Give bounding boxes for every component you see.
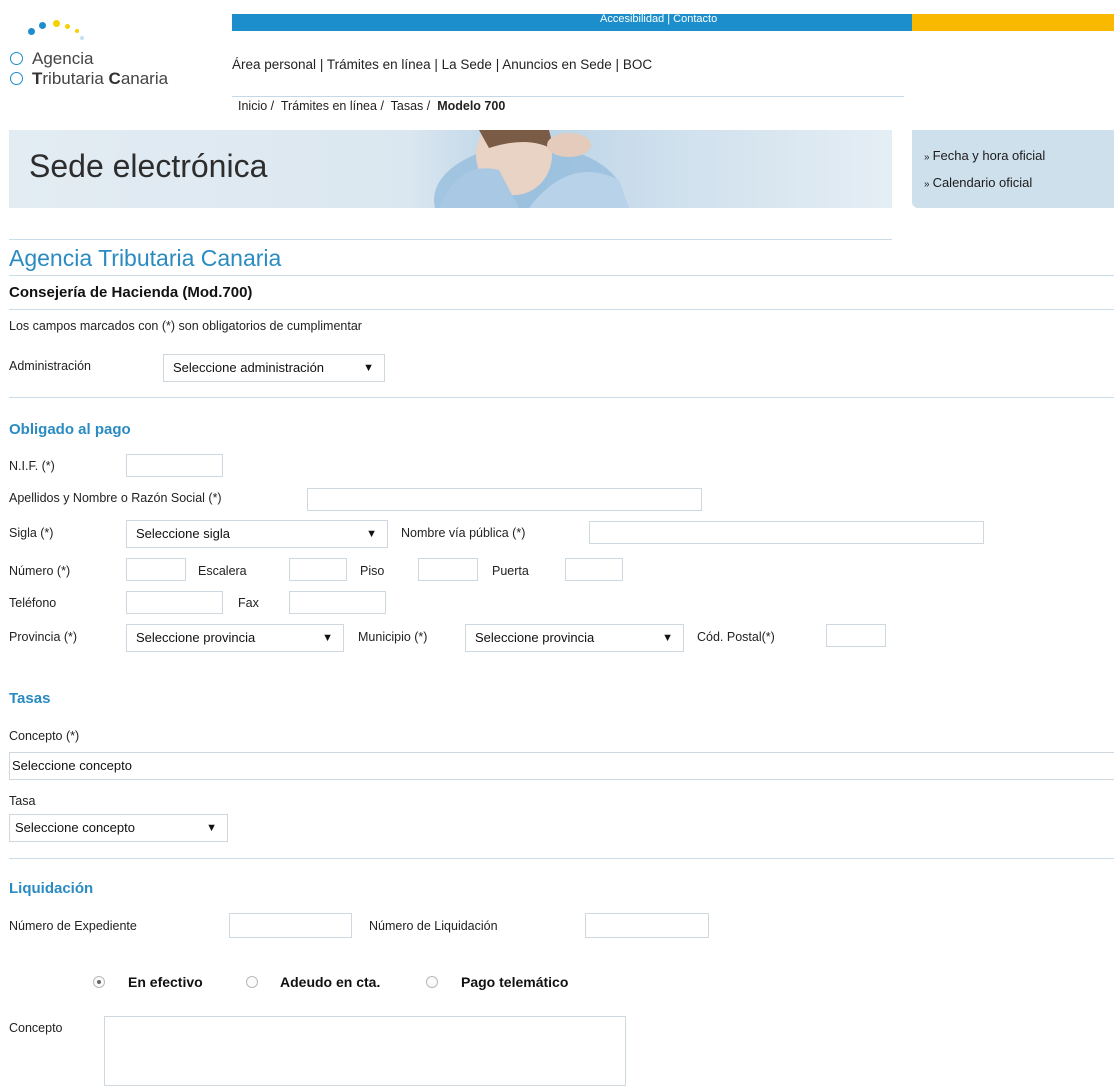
nombre-input[interactable] (307, 488, 702, 511)
tasa-select[interactable]: Seleccione concepto ▼ (9, 814, 228, 842)
sigla-select[interactable]: Seleccione sigla ▼ (126, 520, 388, 548)
fax-input[interactable] (289, 591, 386, 614)
agency-title: Agencia Tributaria Canaria (9, 245, 282, 271)
piso-label: Piso (360, 564, 385, 578)
tasa-label: Tasa (9, 794, 36, 808)
provincia-label: Provincia (*) (9, 630, 78, 644)
arrow-icon: » (924, 179, 930, 190)
numero-liquidacion-input[interactable] (585, 913, 709, 938)
concepto-textarea[interactable] (104, 1016, 626, 1086)
via-input[interactable] (589, 521, 984, 544)
main-nav: Área personal | Trámites en línea | La S… (232, 57, 653, 72)
dropdown-arrow-icon: ▼ (363, 362, 374, 374)
dropdown-arrow-icon: ▼ (366, 528, 377, 540)
numero-input[interactable] (126, 558, 186, 581)
breadcrumb-tramites[interactable]: Trámites en línea (281, 99, 377, 113)
page-title: Consejería de Hacienda (Mod.700) (9, 284, 253, 301)
telefono-input[interactable] (126, 591, 223, 614)
calendario-link[interactable]: » Calendario oficial (924, 175, 1032, 190)
breadcrumb: Inicio / Trámites en línea / Tasas / Mod… (238, 99, 506, 113)
logo-dots (28, 16, 108, 46)
escalera-input[interactable] (289, 558, 347, 581)
cp-input[interactable] (826, 624, 886, 647)
fax-label: Fax (238, 596, 259, 610)
divider (9, 858, 1114, 859)
radio-en-efectivo[interactable] (93, 976, 105, 988)
banner-title: Sede electrónica (29, 148, 268, 184)
radio-adeudo[interactable] (246, 976, 258, 988)
logo[interactable]: Agencia Tributaria Canaria (10, 49, 168, 89)
municipio-label: Municipio (*) (358, 630, 428, 644)
top-links[interactable]: Accesibilidad | Contacto (600, 14, 880, 31)
nav-anuncios[interactable]: Anuncios en Sede (502, 57, 612, 72)
section-tasas: Tasas (9, 690, 51, 707)
adeudo-label[interactable]: Adeudo en cta. (280, 974, 380, 990)
nif-label: N.I.F. (*) (9, 459, 55, 473)
side-links-box (912, 130, 1114, 208)
administracion-select[interactable]: Seleccione administración ▼ (163, 354, 385, 382)
divider (232, 96, 904, 97)
breadcrumb-inicio[interactable]: Inicio (238, 99, 267, 113)
logo-ring-icon (10, 72, 23, 85)
divider (9, 309, 1114, 310)
breadcrumb-tasas[interactable]: Tasas (391, 99, 424, 113)
concepto-liq-label: Concepto (9, 1021, 63, 1035)
municipio-select[interactable]: Seleccione provincia ▼ (465, 624, 684, 652)
section-obligado: Obligado al pago (9, 421, 131, 438)
concepto-select[interactable]: Seleccione concepto (9, 752, 1114, 780)
sigla-label: Sigla (*) (9, 526, 54, 540)
numero-label: Número (*) (9, 564, 71, 578)
nav-area-personal[interactable]: Área personal (232, 57, 316, 72)
via-label: Nombre vía pública (*) (401, 526, 526, 540)
piso-input[interactable] (418, 558, 478, 581)
required-note: Los campos marcados con (*) son obligato… (9, 319, 362, 333)
logo-ring-icon (10, 52, 23, 65)
nav-boc[interactable]: BOC (623, 57, 652, 72)
nif-input[interactable] (126, 454, 223, 477)
administracion-label: Administración (9, 359, 91, 373)
provincia-select[interactable]: Seleccione provincia ▼ (126, 624, 344, 652)
top-bar-accent (912, 14, 1114, 31)
telefono-label: Teléfono (9, 596, 57, 610)
divider (9, 275, 1114, 276)
nombre-label: Apellidos y Nombre o Razón Social (*) (9, 491, 222, 505)
en-efectivo-label[interactable]: En efectivo (128, 974, 203, 990)
concepto-label: Concepto (*) (9, 729, 80, 743)
dropdown-arrow-icon: ▼ (322, 632, 333, 644)
radio-pago-telematico[interactable] (426, 976, 438, 988)
section-liquidacion: Liquidación (9, 880, 94, 897)
divider (9, 397, 1114, 398)
divider (9, 239, 892, 240)
puerta-label: Puerta (492, 564, 529, 578)
fecha-hora-link[interactable]: » Fecha y hora oficial (924, 148, 1045, 163)
expediente-input[interactable] (229, 913, 352, 938)
pago-telematico-label[interactable]: Pago telemático (461, 974, 568, 990)
dropdown-arrow-icon: ▼ (662, 632, 673, 644)
nav-tramites[interactable]: Trámites en línea (327, 57, 431, 72)
dropdown-arrow-icon: ▼ (206, 822, 217, 834)
expediente-label: Número de Expediente (9, 919, 137, 933)
puerta-input[interactable] (565, 558, 623, 581)
numero-liquidacion-label: Número de Liquidación (369, 919, 498, 933)
cp-label: Cód. Postal(*) (697, 630, 775, 644)
arrow-icon: » (924, 152, 930, 163)
breadcrumb-current: Modelo 700 (437, 99, 506, 113)
nav-la-sede[interactable]: La Sede (442, 57, 492, 72)
escalera-label: Escalera (198, 564, 247, 578)
